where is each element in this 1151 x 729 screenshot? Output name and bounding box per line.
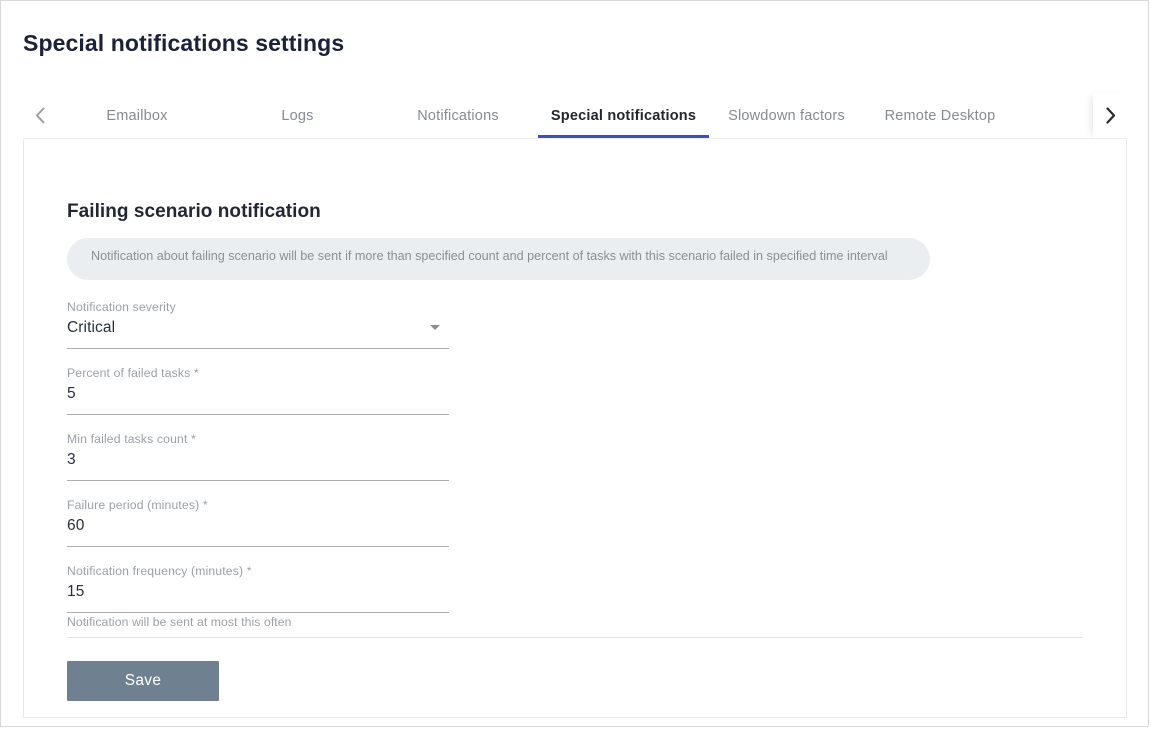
tab-bar: Emailbox Logs Notifications Special notific… — [23, 93, 1127, 140]
chevron-right-icon — [1105, 107, 1116, 124]
select-value-notification-severity[interactable]: Critical — [67, 319, 115, 337]
input-failure-period-minutes[interactable]: 60 — [67, 517, 84, 535]
field-hint: Notification will be sent at most this o… — [67, 615, 292, 629]
save-button[interactable]: Save — [67, 661, 219, 701]
page-title: Special notifications settings — [23, 30, 345, 56]
tab-label: Remote Desktop — [884, 107, 996, 124]
tabs-scroll-right-button[interactable] — [1093, 93, 1127, 138]
info-banner: Notification about failing scenario will… — [67, 238, 930, 280]
field-percent-of-failed-tasks: Percent of failed tasks * 5 — [67, 366, 449, 432]
tab-notifications[interactable]: Notifications — [378, 93, 538, 138]
tab-special-notifications[interactable]: Special notifications — [538, 93, 709, 138]
field-underline — [67, 480, 449, 481]
input-min-failed-tasks-count[interactable]: 3 — [67, 451, 76, 469]
tab-list: Emailbox Logs Notifications Special notific… — [57, 93, 1016, 139]
tab-label: Logs — [281, 107, 314, 124]
tab-label: Emailbox — [106, 107, 168, 124]
settings-card: Failing scenario notification Notificati… — [23, 140, 1127, 718]
app-window: Special notifications settings Emailbox L… — [0, 0, 1149, 727]
tab-label: Slowdown factors — [728, 107, 845, 124]
field-label: Failure period (minutes) * — [67, 498, 208, 512]
field-label: Min failed tasks count * — [67, 432, 196, 446]
tab-slowdown-factors[interactable]: Slowdown factors — [709, 93, 864, 138]
field-underline — [67, 414, 449, 415]
tab-remote-desktop[interactable]: Remote Desktop — [864, 93, 1016, 138]
tab-label: Notifications — [417, 107, 499, 124]
failing-scenario-form: Notification severity Critical Percent of … — [67, 300, 449, 630]
chevron-down-icon[interactable] — [430, 325, 440, 330]
chevron-left-icon — [35, 107, 46, 124]
field-label: Notification severity — [67, 300, 176, 314]
input-percent-of-failed-tasks[interactable]: 5 — [67, 385, 76, 403]
tab-logs[interactable]: Logs — [217, 93, 378, 138]
input-notification-frequency-minutes[interactable]: 15 — [67, 583, 84, 601]
tabs-viewport: Emailbox Logs Notifications Special notific… — [57, 93, 1093, 139]
field-underline — [67, 546, 449, 547]
field-failure-period-minutes: Failure period (minutes) * 60 — [67, 498, 449, 564]
tab-label: Special notifications — [550, 107, 697, 124]
field-notification-severity: Notification severity Critical — [67, 300, 449, 366]
section-title: Failing scenario notification — [67, 201, 321, 222]
form-divider — [67, 637, 1083, 638]
tab-emailbox[interactable]: Emailbox — [57, 93, 217, 138]
field-label: Notification frequency (minutes) * — [67, 564, 252, 578]
field-notification-frequency-minutes: Notification frequency (minutes) * 15 Noti… — [67, 564, 449, 630]
tabs-scroll-left-button[interactable] — [23, 93, 57, 138]
field-min-failed-tasks-count: Min failed tasks count * 3 — [67, 432, 449, 498]
field-underline — [67, 348, 449, 349]
field-label: Percent of failed tasks * — [67, 366, 199, 380]
field-underline — [67, 612, 449, 613]
